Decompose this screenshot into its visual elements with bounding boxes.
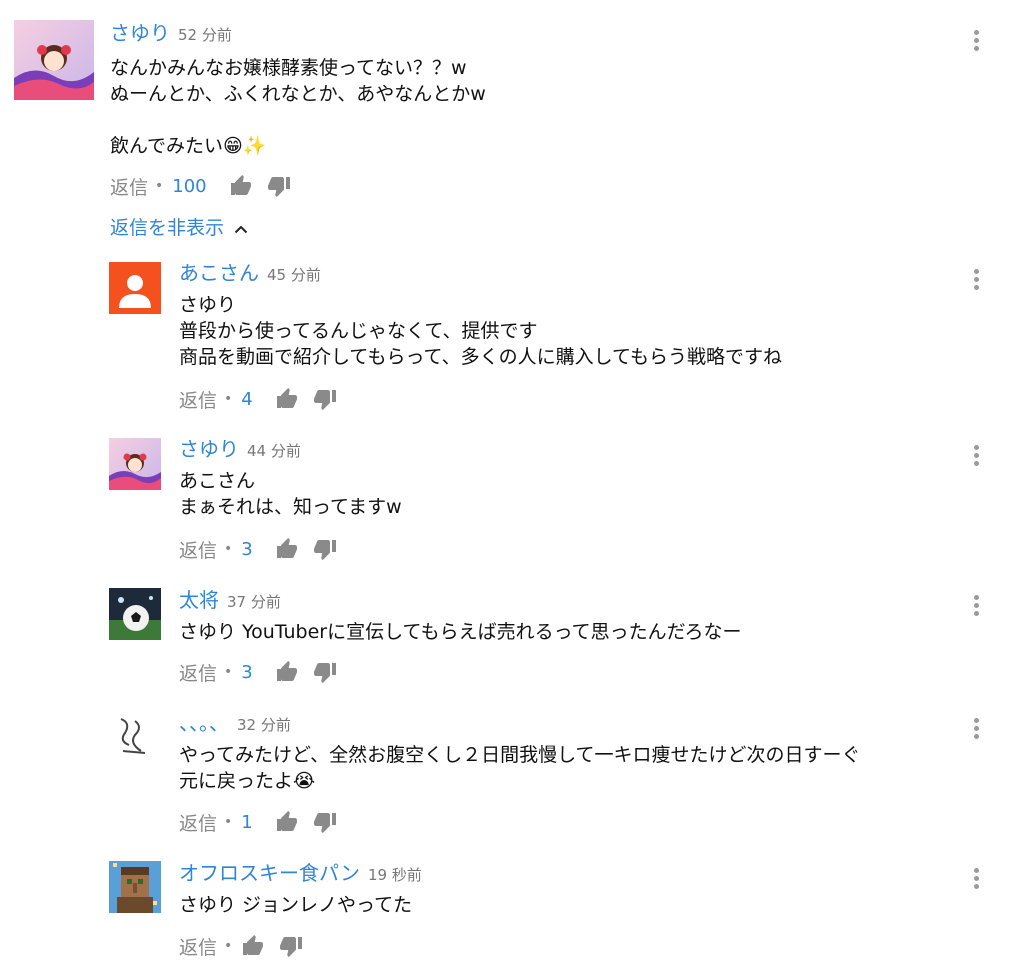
timestamp[interactable]: 44 分前	[247, 442, 301, 460]
comment-actions: 返信 • 100	[110, 172, 305, 200]
pixel-villager-avatar[interactable]	[109, 861, 161, 913]
author-name[interactable]: さゆり	[179, 437, 239, 461]
thumb-down-icon[interactable]	[313, 537, 337, 561]
soccer-ball-avatar[interactable]	[109, 588, 161, 640]
comment-actions: 返信 • 1	[179, 808, 351, 836]
comment-header: 、、。、 32 分前	[179, 711, 291, 737]
like-count: 1	[241, 811, 253, 833]
comment-actions: 返信 • 4	[179, 385, 351, 413]
author-name[interactable]: オフロスキー食パン	[179, 861, 360, 885]
thumb-down-icon[interactable]	[313, 387, 337, 411]
thumb-down-icon[interactable]	[267, 174, 291, 198]
more-options-icon[interactable]	[968, 267, 984, 293]
thumb-up-icon[interactable]	[275, 537, 299, 561]
thumb-up-icon[interactable]	[275, 810, 299, 834]
timestamp[interactable]: 32 分前	[237, 716, 291, 734]
like-count: 100	[172, 175, 207, 197]
separator-dot: •	[224, 541, 233, 557]
reply-button[interactable]: 返信	[179, 536, 217, 563]
comment-text: やってみたけど、全然お腹空くし２日間我慢して一キロ痩せたけど次の日すーぐ 元に戻…	[179, 744, 861, 792]
anime-girl-avatar[interactable]	[109, 438, 161, 490]
separator-dot: •	[224, 814, 233, 830]
timestamp[interactable]: 52 分前	[178, 26, 232, 44]
chevron-up-icon	[234, 214, 248, 242]
separator-dot: •	[224, 938, 233, 954]
handwriting-avatar[interactable]	[109, 711, 161, 763]
more-options-icon[interactable]	[968, 593, 984, 619]
thumb-up-icon[interactable]	[275, 387, 299, 411]
more-options-icon[interactable]	[968, 443, 984, 469]
author-name[interactable]: あこさん	[179, 261, 259, 285]
thumb-down-icon[interactable]	[313, 810, 337, 834]
comment-actions: 返信 • 3	[179, 658, 351, 686]
separator-dot: •	[224, 664, 233, 680]
author-name[interactable]: さゆり	[110, 21, 170, 45]
comment-text: さゆり ジョンレノやってた	[179, 894, 413, 916]
anime-girl-avatar[interactable]	[14, 20, 94, 100]
default-person-avatar[interactable]	[109, 262, 161, 314]
hide-replies-button[interactable]: 返信を非表示	[110, 214, 248, 242]
reply-button[interactable]: 返信	[179, 659, 217, 686]
more-options-icon[interactable]	[968, 28, 984, 54]
author-name[interactable]: 、、。、	[179, 711, 229, 735]
comment-actions: 返信 • 3	[179, 535, 351, 563]
timestamp[interactable]: 37 分前	[227, 593, 281, 611]
thumb-up-icon[interactable]	[229, 174, 253, 198]
reply-button[interactable]: 返信	[179, 809, 217, 836]
separator-dot: •	[155, 178, 164, 194]
thumb-up-icon[interactable]	[241, 934, 265, 958]
like-count: 4	[241, 388, 253, 410]
comment-header: あこさん 45 分前	[179, 261, 321, 287]
thumb-down-icon[interactable]	[279, 934, 303, 958]
like-count: 3	[241, 538, 253, 560]
like-count: 3	[241, 661, 253, 683]
thumb-up-icon[interactable]	[275, 660, 299, 684]
author-name[interactable]: 太将	[179, 588, 219, 612]
comment-text: さゆり YouTuberに宣伝してもらえば売れるって思ったんだろなー	[179, 621, 742, 643]
comment-header: オフロスキー食パン 19 秒前	[179, 861, 422, 887]
comment-header: さゆり 52 分前	[110, 21, 232, 47]
timestamp[interactable]: 45 分前	[267, 266, 321, 284]
comment-text: さゆり 普段から使ってるんじゃなくて、提供です 商品を動画で紹介してもらって、多…	[179, 294, 783, 368]
more-options-icon[interactable]	[968, 716, 984, 742]
reply-button[interactable]: 返信	[179, 386, 217, 413]
comment-header: さゆり 44 分前	[179, 437, 301, 463]
comment-header: 太将 37 分前	[179, 588, 281, 614]
hide-replies-label: 返信を非表示	[110, 217, 225, 239]
thumb-down-icon[interactable]	[313, 660, 337, 684]
separator-dot: •	[224, 391, 233, 407]
comment-text: あこさん まぁそれは、知ってますw	[179, 470, 402, 518]
comment-text: なんかみんなお嬢様酵素使ってない？？w ぬーんとか、ふくれなとか、あやなんとかw…	[110, 57, 486, 157]
reply-button[interactable]: 返信	[110, 173, 148, 200]
comment-actions: 返信 •	[179, 932, 317, 960]
timestamp[interactable]: 19 秒前	[368, 866, 422, 884]
more-options-icon[interactable]	[968, 866, 984, 892]
reply-button[interactable]: 返信	[179, 933, 217, 960]
